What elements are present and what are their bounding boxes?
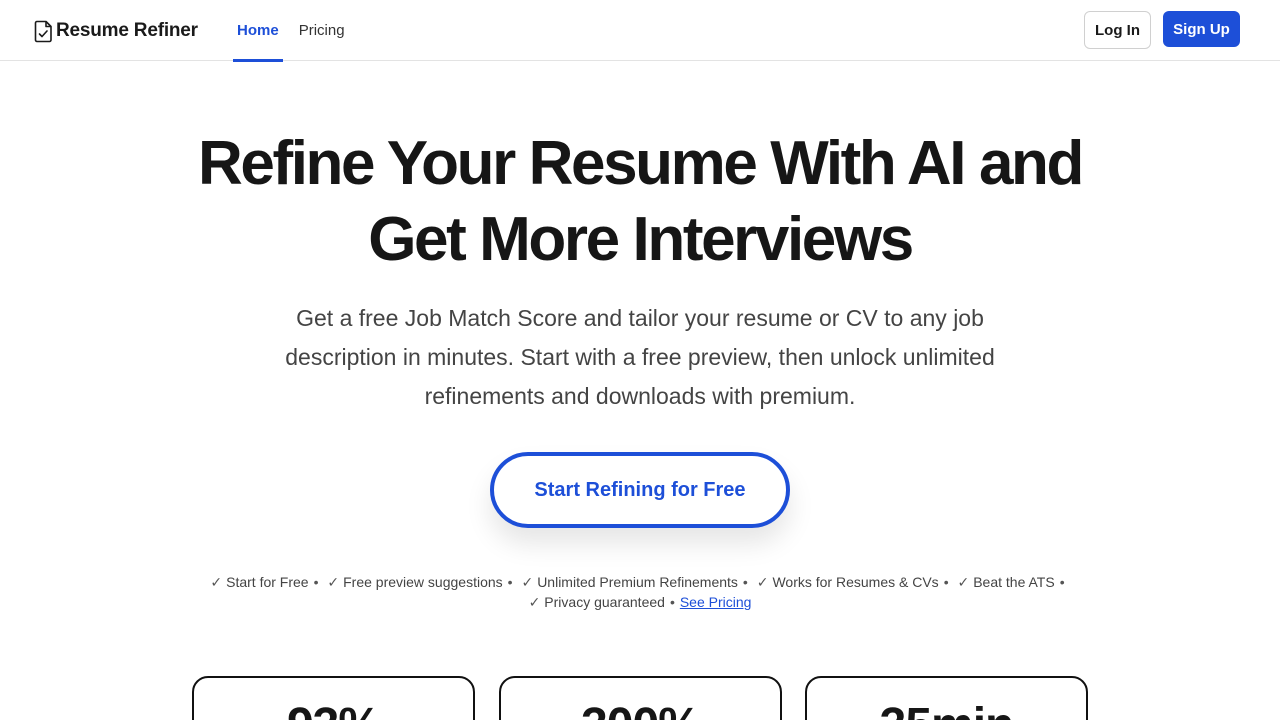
- feature-label: Works for Resumes & CVs: [772, 574, 939, 590]
- check-icon: ✓: [327, 574, 340, 590]
- feature-list: ✓ Start for Free • ✓ Free preview suggestio…: [180, 572, 1100, 612]
- bullet-separator: •: [943, 574, 949, 590]
- feature-label: Start for Free: [226, 574, 309, 590]
- check-icon: ✓: [528, 594, 541, 610]
- feature-item: ✓ Beat the ATS: [957, 574, 1054, 590]
- hero-title-line-1: Refine Your Resume With AI and: [198, 129, 1084, 198]
- feature-item: ✓ Unlimited Premium Refinements: [521, 574, 737, 590]
- feature-item: ✓ Privacy guaranteed: [529, 594, 665, 610]
- nav-link-home[interactable]: Home: [233, 0, 283, 62]
- document-check-icon: [34, 20, 53, 43]
- feature-label: Beat the ATS: [973, 574, 1055, 590]
- hero-title: Refine Your Resume With AI and Get More …: [140, 126, 1140, 278]
- check-icon: ✓: [521, 574, 534, 590]
- signup-button[interactable]: Sign Up: [1163, 11, 1240, 47]
- brand-name: Resume Refiner: [56, 20, 198, 41]
- see-pricing-link[interactable]: See Pricing: [680, 594, 752, 610]
- stat-card: 300%: [499, 676, 782, 720]
- feature-label: Free preview suggestions: [343, 574, 503, 590]
- hero-subtitle: Get a free Job Match Score and tailor yo…: [285, 305, 995, 409]
- stat-value: 93%: [194, 698, 473, 720]
- stat-card: 35min: [805, 676, 1088, 720]
- feature-item: ✓ Works for Resumes & CVs: [757, 574, 939, 590]
- bullet-separator: •: [742, 574, 748, 590]
- bullet-separator: •: [669, 594, 675, 610]
- stat-card: 93%: [192, 676, 475, 720]
- bullet-separator: •: [1059, 574, 1065, 590]
- login-button[interactable]: Log In: [1084, 11, 1151, 49]
- bullet-separator: •: [313, 574, 319, 590]
- check-icon: ✓: [756, 574, 769, 590]
- start-refining-button[interactable]: Start Refining for Free: [490, 452, 790, 528]
- check-icon: ✓: [957, 574, 970, 590]
- feature-item: ✓ Free preview suggestions: [327, 574, 502, 590]
- top-navbar: Resume Refiner Home Pricing Log In Sign …: [0, 0, 1280, 62]
- feature-label: Unlimited Premium Refinements: [537, 574, 738, 590]
- nav-link-pricing[interactable]: Pricing: [295, 0, 349, 61]
- feature-label: Privacy guaranteed: [544, 594, 665, 610]
- hero-title-line-2: Get More Interviews: [368, 205, 914, 274]
- main-nav: Home Pricing: [233, 0, 361, 62]
- feature-item: ✓ Start for Free: [210, 574, 308, 590]
- bullet-separator: •: [507, 574, 513, 590]
- check-icon: ✓: [210, 574, 223, 590]
- brand-logo[interactable]: Resume Refiner: [34, 18, 198, 44]
- stat-value: 300%: [501, 698, 780, 720]
- stat-value: 35min: [807, 698, 1086, 720]
